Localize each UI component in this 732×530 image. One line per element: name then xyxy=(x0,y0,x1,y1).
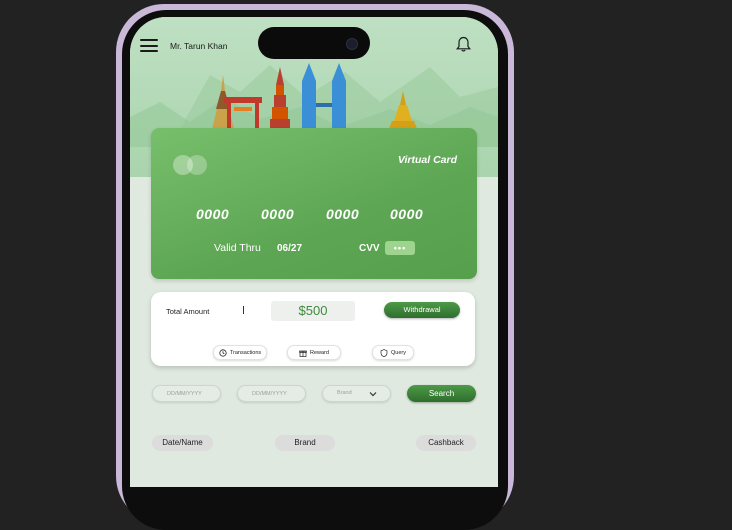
valid-thru-label: Valid Thru xyxy=(214,242,261,254)
total-amount-value: $500 xyxy=(271,301,355,321)
query-button[interactable]: Query xyxy=(372,345,414,360)
gift-icon xyxy=(299,350,307,357)
card-network-icon xyxy=(173,155,209,175)
camera-icon xyxy=(346,38,358,50)
from-date-input[interactable]: DD/MM/YYYY xyxy=(152,385,221,402)
hamburger-menu-icon[interactable] xyxy=(140,39,158,52)
transactions-icon xyxy=(219,348,227,357)
valid-thru-value: 06/27 xyxy=(277,243,303,254)
bell-icon[interactable] xyxy=(456,36,471,53)
chevron-down-icon xyxy=(369,392,377,397)
cvv-value[interactable]: ••• xyxy=(385,241,415,255)
balance-panel: Total Amount $500 Withdrawal Transaction… xyxy=(151,292,475,366)
dynamic-island xyxy=(258,27,370,59)
card-title: Virtual Card xyxy=(397,154,457,166)
total-amount-label: Total Amount xyxy=(166,307,210,316)
app-screen: Mr. Tarun Khan Virtual Card 0000 0000 00… xyxy=(130,17,498,487)
text-cursor xyxy=(243,306,244,314)
card-number-group: 0000 xyxy=(326,206,360,222)
cvv-label: CVV xyxy=(359,243,380,254)
card-number-group: 0000 xyxy=(390,206,424,222)
to-date-input[interactable]: DD/MM/YYYY xyxy=(237,385,306,402)
reward-label: Reward xyxy=(310,349,329,356)
transactions-label: Transactions xyxy=(229,349,262,356)
query-label: Query xyxy=(391,349,406,356)
virtual-card: Virtual Card 0000 0000 0000 0000 Valid T… xyxy=(151,128,477,279)
column-header-cashback[interactable]: Cashback xyxy=(416,435,476,451)
transactions-button[interactable]: Transactions xyxy=(213,345,267,360)
card-number-group: 0000 xyxy=(196,206,230,222)
brand-select-label: Brand xyxy=(337,390,352,396)
shield-icon xyxy=(380,348,388,357)
card-number-group: 0000 xyxy=(261,206,295,222)
search-button[interactable]: Search xyxy=(407,385,476,402)
brand-select[interactable]: Brand xyxy=(322,385,391,402)
withdrawal-button[interactable]: Withdrawal xyxy=(384,302,460,318)
user-name: Mr. Tarun Khan xyxy=(170,41,228,51)
column-header-brand[interactable]: Brand xyxy=(275,435,335,451)
reward-button[interactable]: Reward xyxy=(287,345,341,360)
column-header-date-name[interactable]: Date/Name xyxy=(152,435,213,451)
